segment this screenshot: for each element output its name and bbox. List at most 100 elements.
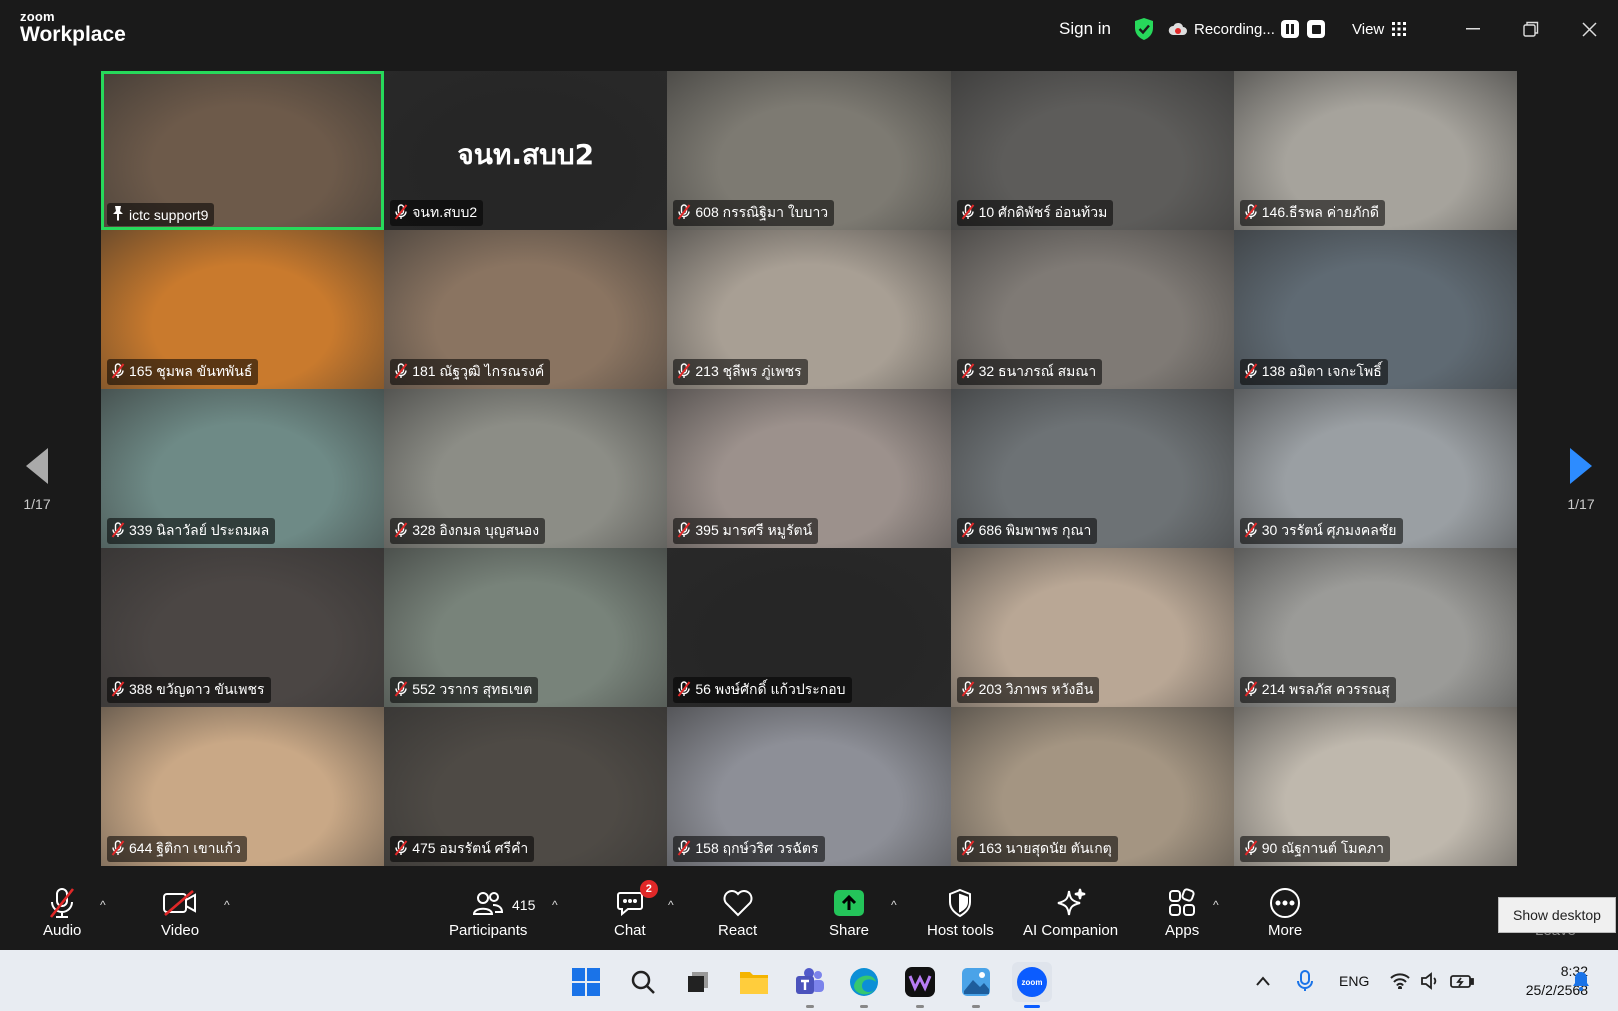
pause-recording-icon[interactable]	[1281, 20, 1299, 38]
arrow-left-icon	[26, 448, 48, 484]
apps-options-caret[interactable]: ^	[1213, 898, 1219, 912]
share-label: Share	[829, 922, 870, 939]
participant-name-tag: 214 พรลภัส ควรรณสุ	[1239, 677, 1396, 703]
apps-label: Apps	[1165, 922, 1200, 939]
participant-name: 644 ฐิติกา เขาแก้ว	[129, 840, 241, 856]
sign-in-button[interactable]: Sign in	[1059, 0, 1111, 58]
mic-muted-icon	[961, 521, 975, 541]
participant-name-tag: 146.ธีรพล ค่ายภักดี	[1239, 200, 1385, 226]
edge-browser-icon[interactable]	[844, 962, 884, 1008]
video-tile[interactable]: จนท.สบบ2 จนท.สบบ2	[384, 71, 668, 230]
minimize-icon[interactable]	[1448, 0, 1498, 58]
audio-button[interactable]: Audio	[43, 886, 81, 939]
close-icon[interactable]	[1564, 0, 1614, 58]
teams-icon[interactable]	[790, 962, 830, 1008]
video-tile[interactable]: 10 ศักดิพัชร์ อ่อนท้วม	[950, 71, 1234, 230]
chevron-up-icon[interactable]	[1255, 950, 1271, 1011]
video-tile[interactable]: 328 อิงกมล บุญสนอง	[384, 389, 668, 548]
search-icon[interactable]	[623, 962, 663, 1002]
video-options-caret[interactable]: ^	[224, 898, 230, 912]
battery-icon[interactable]	[1450, 950, 1474, 1011]
participants-label: Participants	[449, 922, 528, 939]
mic-muted-icon	[111, 839, 125, 859]
share-button[interactable]: Share	[829, 886, 869, 939]
ai-companion-button[interactable]: AI Companion	[1023, 886, 1118, 939]
video-tile[interactable]: 686 พิมพาพร กุณา	[950, 389, 1234, 548]
mic-muted-icon	[394, 521, 408, 541]
video-tile[interactable]: 56 พงษ์ศักดิ์ แก้วประกอบ	[667, 548, 951, 707]
shield-icon	[949, 888, 972, 918]
mic-muted-icon	[1244, 680, 1258, 700]
task-view-icon[interactable]	[678, 962, 718, 1002]
participant-name-tag: 138 อมิตา เจกะโพธิ์	[1239, 359, 1388, 385]
participant-name-tag: 158 ฤกษ์วริศ วรฉัตร	[673, 836, 825, 862]
previous-page-button[interactable]: 1/17	[17, 448, 57, 512]
audio-options-caret[interactable]: ^	[100, 898, 106, 912]
video-button[interactable]: Video	[161, 886, 199, 939]
more-button[interactable]: More	[1268, 886, 1302, 939]
video-tile[interactable]: 146.ธีรพล ค่ายภักดี	[1233, 71, 1517, 230]
video-tile[interactable]: 138 อมิตา เจกะโพธิ์	[1233, 230, 1517, 389]
participant-name: 686 พิมพาพร กุณา	[978, 522, 1092, 538]
mic-muted-icon	[1244, 203, 1258, 223]
pin-icon	[111, 205, 125, 224]
apps-button[interactable]: Apps	[1165, 886, 1199, 939]
mic-muted-icon	[394, 362, 408, 382]
restore-icon[interactable]	[1506, 0, 1556, 58]
microphone-tray-icon[interactable]	[1297, 950, 1313, 1011]
host-tools-button[interactable]: Host tools	[927, 886, 994, 939]
video-tile[interactable]: ictc support9	[101, 71, 385, 230]
participant-name-tag: 552 วรากร สุทธเขต	[390, 677, 539, 703]
chat-options-caret[interactable]: ^	[668, 898, 674, 912]
video-tile[interactable]: 608 กรรณิฐิมา ใบบาว	[667, 71, 951, 230]
react-button[interactable]: React	[718, 886, 757, 939]
stop-recording-icon[interactable]	[1307, 20, 1325, 38]
video-tile[interactable]: 213 ชุลีพร ภู่เพชร	[667, 230, 951, 389]
participant-name-tag: 388 ขวัญดาว ขันเพชร	[107, 677, 271, 703]
windows-start-icon[interactable]	[566, 962, 606, 1002]
cloud-record-icon	[1168, 22, 1187, 35]
video-tile[interactable]: 158 ฤกษ์วริศ วรฉัตร	[667, 707, 951, 866]
participant-name: 475 อมรรัตน์ ศรีคำ	[412, 840, 529, 856]
video-tile[interactable]: 388 ขวัญดาว ขันเพชร	[101, 548, 385, 707]
mic-muted-icon	[961, 839, 975, 859]
video-tile[interactable]: 30 วรรัตน์ ศุภมงคลชัย	[1233, 389, 1517, 548]
participant-name: 163 นายสุดนัย ตันเกตุ	[978, 840, 1112, 856]
file-explorer-icon[interactable]	[734, 962, 774, 1002]
video-tile[interactable]: 644 ฐิติกา เขาแก้ว	[101, 707, 385, 866]
participants-options-caret[interactable]: ^	[552, 898, 558, 912]
participant-name: 90 ณัฐกานต์ โมคภา	[1261, 840, 1385, 856]
chat-button[interactable]: 2 Chat	[614, 880, 658, 939]
participant-name-tag: 203 วิภาพร หวังอีน	[956, 677, 1100, 703]
view-button[interactable]: View	[1352, 0, 1407, 58]
security-shield-icon[interactable]	[1133, 0, 1155, 58]
video-tile[interactable]: 90 ณัฐกานต์ โมคภา	[1233, 707, 1517, 866]
video-tile[interactable]: 552 วรากร สุทธเขต	[384, 548, 668, 707]
video-tile[interactable]: 203 วิภาพร หวังอีน	[950, 548, 1234, 707]
language-indicator[interactable]: ENG	[1339, 950, 1369, 1011]
video-tile[interactable]: 214 พรลภัส ควรรณสุ	[1233, 548, 1517, 707]
video-tile[interactable]: 339 นิลาวัลย์ ประถมผล	[101, 389, 385, 548]
participant-name-tag: 339 นิลาวัลย์ ประถมผล	[107, 518, 276, 544]
video-tile[interactable]: 163 นายสุดนัย ตันเกตุ	[950, 707, 1234, 866]
video-tile[interactable]: 32 ธนาภรณ์ สมณา	[950, 230, 1234, 389]
more-icon	[1270, 888, 1301, 918]
next-page-button[interactable]: 1/17	[1561, 448, 1601, 512]
video-tile[interactable]: 475 อมรรัตน์ ศรีคำ	[384, 707, 668, 866]
participant-name: จนท.สบบ2	[412, 204, 478, 220]
video-tile[interactable]: 181 ณัฐวุฒิ ไกรณรงค์	[384, 230, 668, 389]
photos-icon[interactable]	[956, 962, 996, 1008]
zoom-taskbar-icon[interactable]: zoom	[1012, 962, 1052, 1008]
mic-muted-icon	[677, 203, 691, 223]
volume-icon[interactable]	[1420, 950, 1440, 1011]
video-tile[interactable]: 395 มารศรี หมูรัตน์	[667, 389, 951, 548]
video-tile[interactable]: 165 ชุมพล ขันทพันธ์	[101, 230, 385, 389]
participant-name: 552 วรากร สุทธเขต	[412, 681, 533, 697]
wifi-icon[interactable]	[1390, 950, 1410, 1011]
participant-name: 388 ขวัญดาว ขันเพชร	[129, 681, 265, 697]
app-icon[interactable]	[900, 962, 940, 1008]
notification-bell-icon[interactable]	[1572, 950, 1590, 1011]
mic-muted-icon	[1244, 362, 1258, 382]
share-options-caret[interactable]: ^	[891, 898, 897, 912]
host-tools-label: Host tools	[927, 922, 994, 939]
